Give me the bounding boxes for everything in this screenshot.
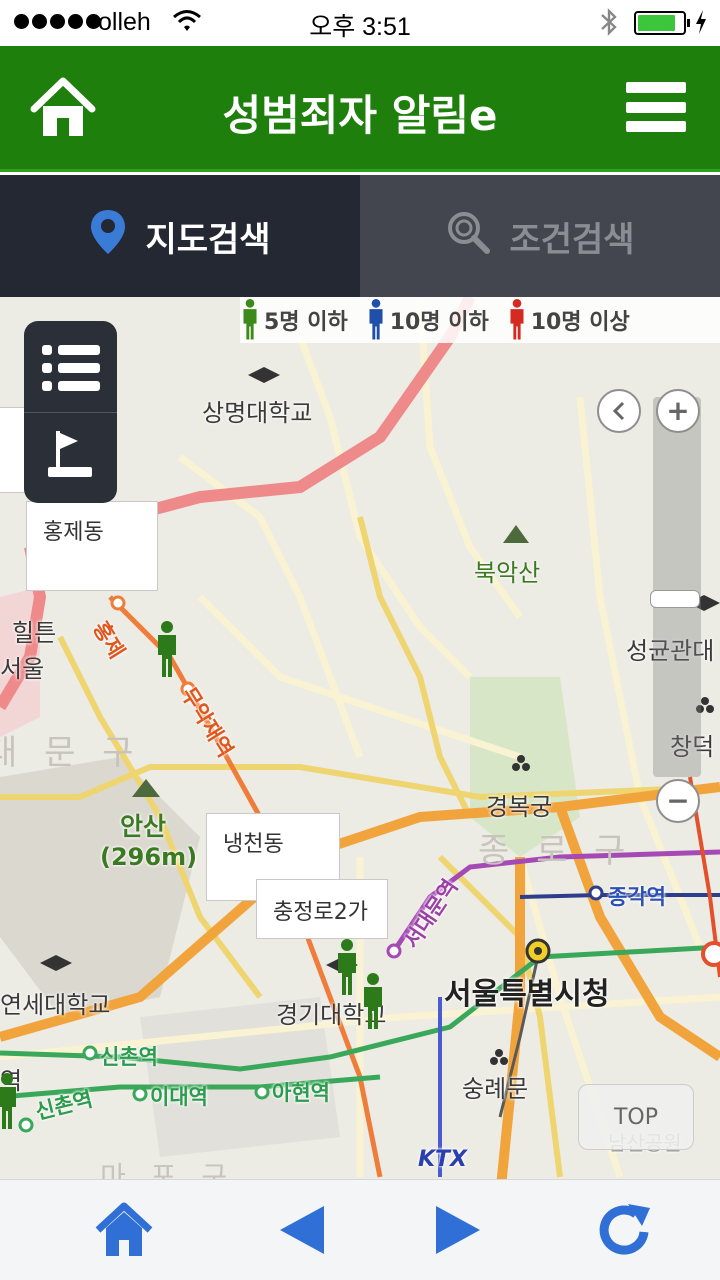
ktx-logo: KTX <box>418 1147 468 1172</box>
home-icon[interactable] <box>94 1200 154 1260</box>
app-root: olleh 오후 3:51 성범죄자 알림e 지도검색 조건검색 상명대학교 북… <box>0 0 720 1280</box>
person-icon-red <box>510 299 524 340</box>
district-label-jongno: 종 로 구 <box>478 831 634 871</box>
bottom-nav <box>0 1179 720 1280</box>
search-tabs: 지도검색 조건검색 <box>0 175 720 297</box>
place-label-bukaksan: 북악산 <box>474 559 541 587</box>
tab-condition-search-label: 조건검색 <box>509 219 635 260</box>
app-title: 성범죄자 알림e <box>222 91 498 140</box>
offender-marker-green[interactable] <box>0 1073 20 1135</box>
place-label-sangmyung: 상명대학교 <box>202 399 313 427</box>
station-label-idae: 이대역 <box>150 1085 208 1109</box>
app-header: 성범죄자 알림e <box>0 46 720 172</box>
forward-arrow-icon[interactable] <box>428 1200 488 1260</box>
battery-icon <box>634 11 690 35</box>
zoom-slider-track[interactable] <box>653 397 701 777</box>
area-popup-naengcheon-label: 냉천동 <box>223 832 284 857</box>
charging-icon <box>694 9 708 41</box>
person-icon-green <box>243 299 257 340</box>
offender-count-legend: 5명 이하 10명 이하 10명 이상 <box>240 297 720 343</box>
map-tool-panel <box>24 321 117 503</box>
tab-condition-search[interactable]: 조건검색 <box>360 175 720 297</box>
place-label-yonsei: 연세대학교 <box>0 991 111 1019</box>
chevron-left-icon[interactable] <box>597 389 641 433</box>
bluetooth-icon <box>598 8 620 42</box>
legend-item-green: 5명 이하 <box>240 299 348 341</box>
refresh-icon[interactable] <box>596 1200 656 1260</box>
tab-map-search[interactable]: 지도검색 <box>0 175 360 297</box>
offender-marker-green[interactable] <box>360 973 386 1035</box>
area-popup-chungjeongno[interactable]: 충정로2가 <box>256 879 388 939</box>
place-label-gyeongbok: 경복궁 <box>486 793 553 821</box>
zoom-slider-handle[interactable] <box>650 590 700 608</box>
area-popup-chungjeongno-label: 충정로2가 <box>273 900 368 925</box>
status-bar: olleh 오후 3:51 <box>0 0 720 46</box>
search-icon <box>445 209 491 264</box>
panel-divider <box>24 412 117 413</box>
area-popup-hongje[interactable]: 홍제동 <box>26 501 158 591</box>
place-label-seoul-fragment: 서울 <box>0 655 45 683</box>
legend-label-blue: 10명 이하 <box>389 310 489 335</box>
back-arrow-icon[interactable] <box>272 1200 332 1260</box>
station-label-jonggak: 종각역 <box>608 885 666 909</box>
scroll-top-button[interactable]: TOP <box>578 1084 694 1150</box>
place-label-sungnyemun: 숭례문 <box>462 1075 529 1103</box>
area-popup-hongje-label: 홍제동 <box>43 520 104 545</box>
district-label-bottom: 마 포 구 <box>100 1160 236 1179</box>
legend-item-red: 10명 이상 <box>507 299 630 341</box>
person-icon-blue <box>369 299 383 340</box>
place-label-city-hall: 서울특별시청 <box>444 977 610 1012</box>
district-label-seodaemun: 대 문 구 <box>0 733 142 773</box>
offender-marker-green[interactable] <box>154 621 180 683</box>
station-label-sinchon-gyeongui: 신촌역 <box>100 1045 158 1069</box>
place-label-ansan: 안산 <box>120 812 167 841</box>
place-label-hilton: 힐튼 <box>12 619 57 647</box>
flag-icon[interactable] <box>48 429 92 483</box>
legend-label-green: 5명 이하 <box>264 310 348 335</box>
station-label-ahyeon: 아현역 <box>272 1081 330 1105</box>
zoom-out-button[interactable]: − <box>656 779 700 823</box>
map-view[interactable]: 상명대학교 북악산 성균관대 창덕 힐튼 서울 대 문 구 안산 (296m) … <box>0 297 720 1179</box>
hamburger-menu-icon[interactable] <box>626 82 686 132</box>
place-label-ansan-height: (296m) <box>100 843 198 871</box>
legend-label-red: 10명 이상 <box>530 310 630 335</box>
list-icon[interactable] <box>42 343 100 397</box>
zoom-in-button[interactable]: + <box>656 389 700 433</box>
offender-marker-green[interactable] <box>334 939 360 1001</box>
map-pin-icon <box>89 208 127 265</box>
tab-map-search-label: 지도검색 <box>145 219 271 260</box>
legend-item-blue: 10명 이하 <box>366 299 489 341</box>
